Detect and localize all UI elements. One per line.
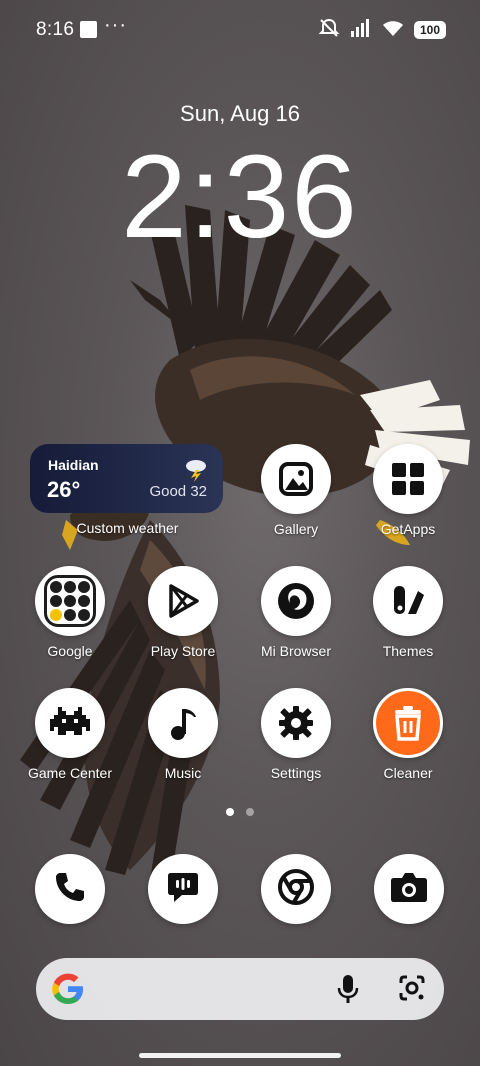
mute-vibrate-icon [318,17,340,44]
mi-browser-icon [261,566,331,636]
weather-widget-label: Custom weather [76,520,179,536]
app-label: Music [164,765,202,781]
app-label: Google [47,643,93,659]
battery-indicator: 100 [414,21,446,39]
dock-messages[interactable] [148,854,218,924]
app-google-folder[interactable]: Google [14,566,126,678]
app-cleaner[interactable]: Cleaner [352,688,464,800]
google-search-bar[interactable] [36,958,444,1020]
messages-icon [166,870,200,909]
gesture-navigation-handle[interactable] [139,1053,341,1058]
play-store-icon [148,566,218,636]
weather-temperature: 26° [47,477,81,502]
app-themes[interactable]: Themes [352,566,464,678]
app-label: GetApps [380,521,436,537]
app-label: Mi Browser [260,643,331,659]
cleaner-icon [373,688,443,758]
air-quality: Good 32 [149,483,207,500]
settings-icon [261,688,331,758]
gallery-icon [261,444,331,514]
app-gallery[interactable]: Gallery [240,444,352,556]
page-dot [246,808,254,816]
weather-widget[interactable]: Haidian 26° Good 32 [30,444,223,513]
lens-icon[interactable] [398,974,426,1007]
page-dot-active [226,808,234,816]
date-label: Sun, Aug 16 [180,101,300,126]
notification-square-icon [80,21,97,38]
signal-icon [350,18,372,43]
dock-phone[interactable] [35,854,105,924]
app-label: Play Store [150,643,216,659]
phone-icon [54,871,86,908]
app-label: Themes [382,643,434,659]
getapps-icon [373,444,443,514]
google-folder-icon [35,566,105,636]
dock-camera[interactable] [374,854,444,924]
more-notifications-icon: ··· [104,14,127,36]
app-play-store[interactable]: Play Store [127,566,239,678]
music-icon [148,688,218,758]
status-bar: 8:16 ··· 100 [0,0,480,60]
status-time: 8:16 [36,19,75,40]
app-game-center[interactable]: Game Center [14,688,126,800]
app-label: Cleaner [383,765,433,781]
game-center-icon [35,688,105,758]
themes-icon [373,566,443,636]
wifi-icon [382,19,404,42]
google-g-icon [50,971,86,1012]
dock-chrome[interactable] [261,854,331,924]
clock-widget[interactable]: 2:36 [0,132,480,262]
app-music[interactable]: Music [127,688,239,800]
camera-icon [390,871,428,908]
microphone-icon[interactable] [336,974,360,1009]
app-settings[interactable]: Settings [240,688,352,800]
page-indicator [0,808,480,816]
app-label: Settings [270,765,322,781]
app-mi-browser[interactable]: Mi Browser [240,566,352,678]
weather-city: Haidian [48,457,99,473]
chrome-icon [277,868,315,911]
app-label: Game Center [27,765,113,781]
app-getapps[interactable]: GetApps [352,444,464,556]
app-label: Gallery [273,521,319,537]
